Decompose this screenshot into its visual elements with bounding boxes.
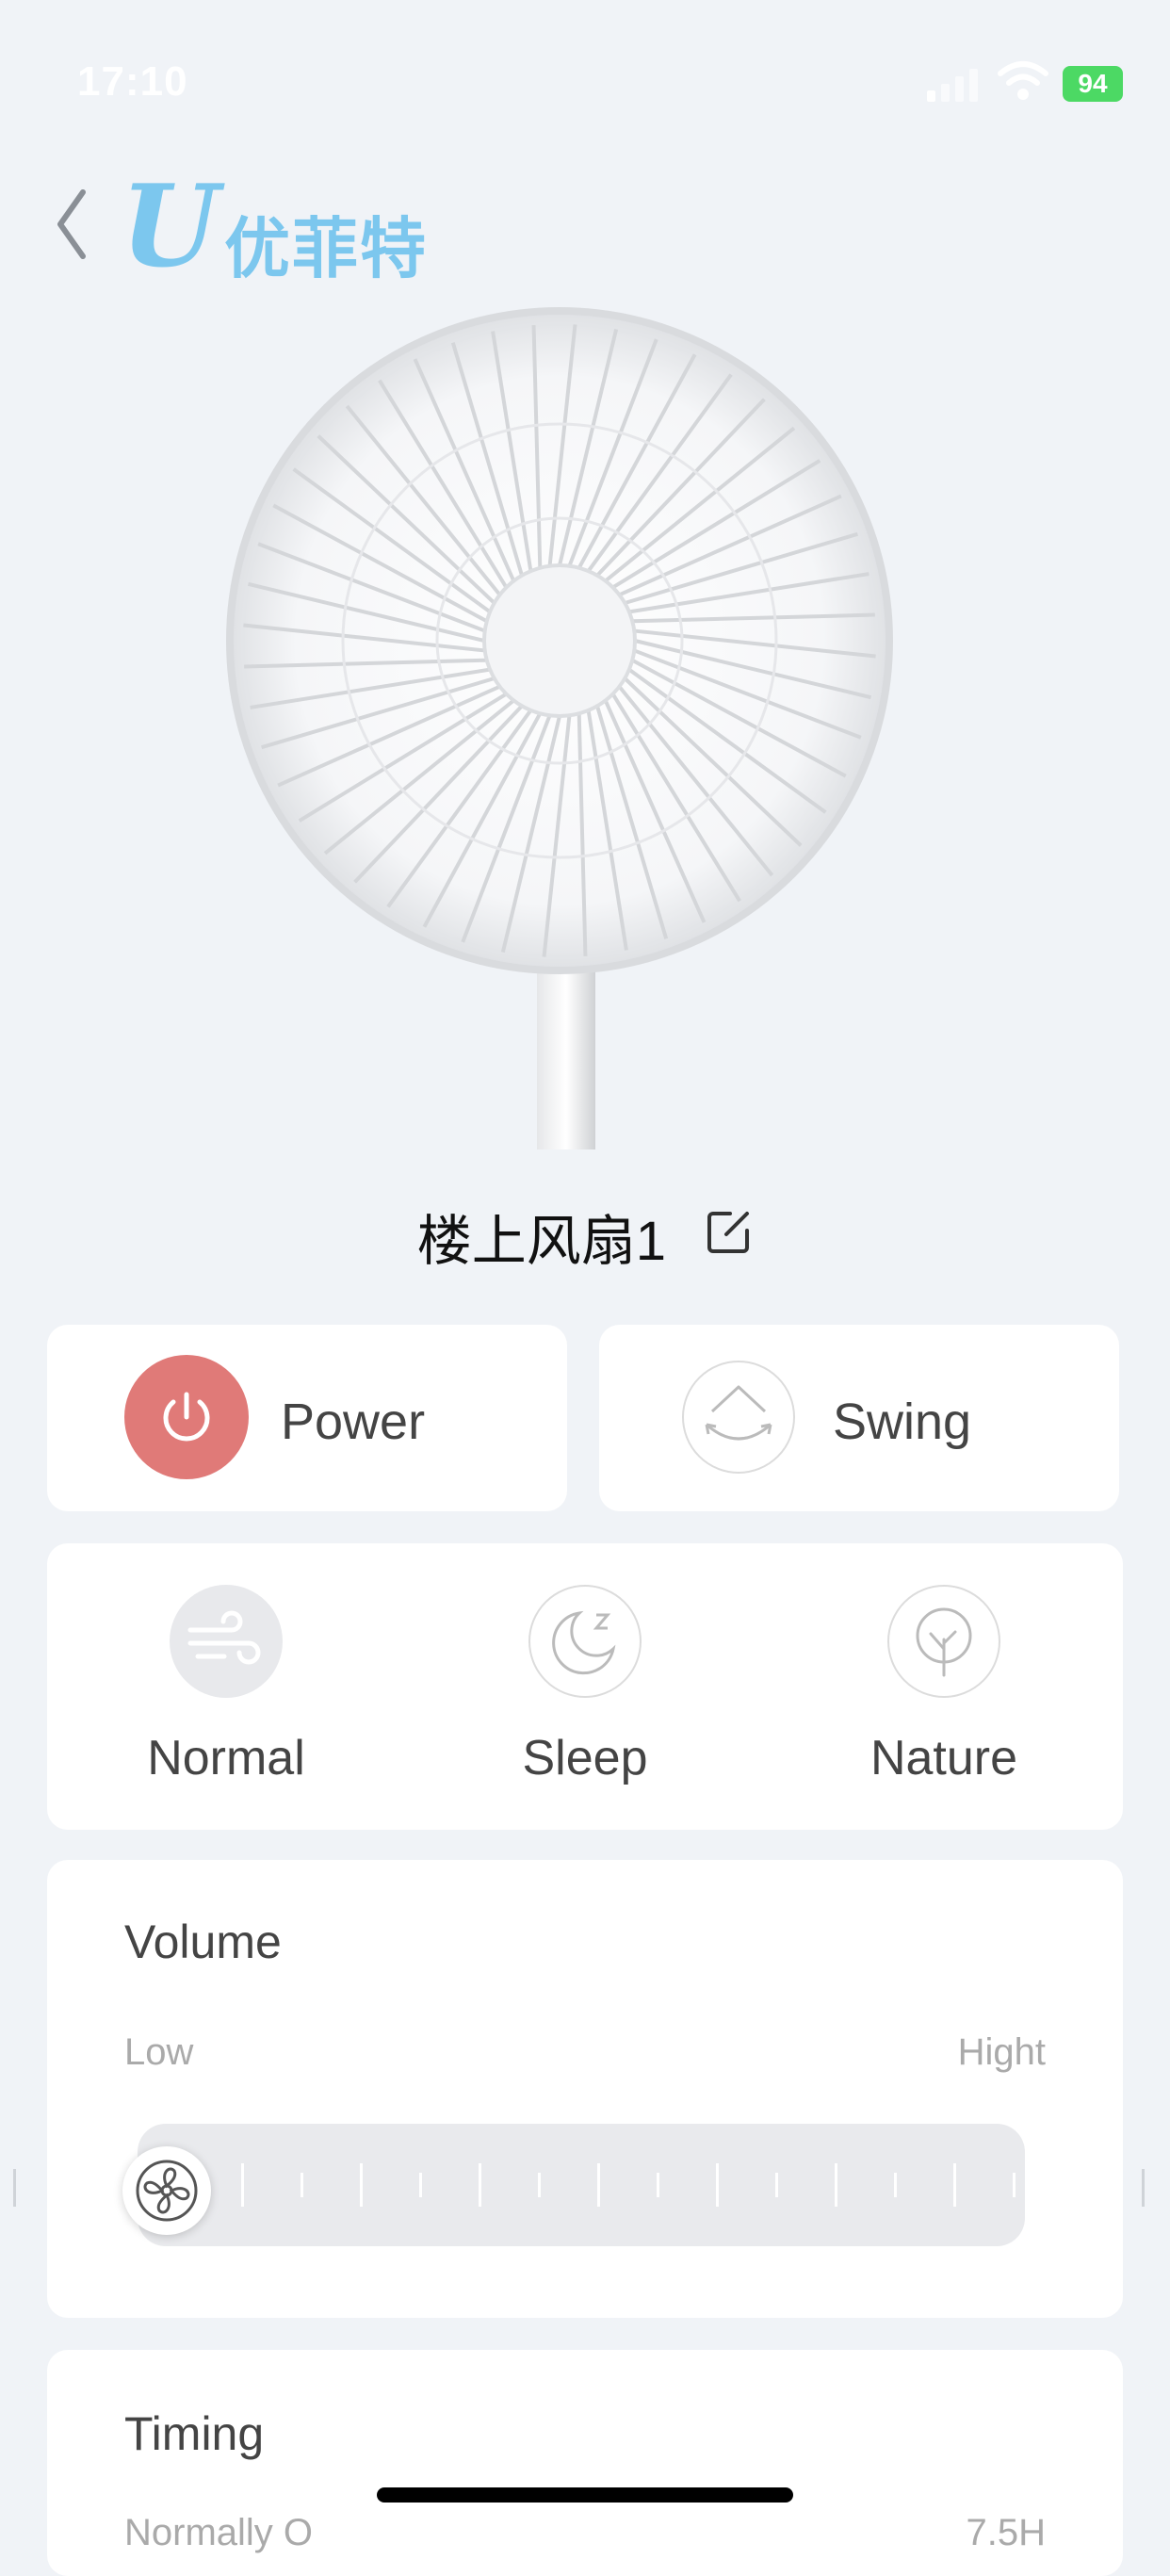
slider-tick	[241, 2163, 244, 2207]
swing-icon	[705, 1385, 772, 1441]
mode-nature[interactable]: Nature	[765, 1543, 1123, 1830]
mode-nature-label: Nature	[869, 1731, 1018, 1785]
scroll-edge-marker	[1142, 2169, 1145, 2207]
status-time: 17:10	[77, 58, 188, 105]
power-toggle[interactable]	[124, 1355, 249, 1479]
mode-sleep-label: Sleep	[522, 1731, 648, 1785]
slider-tick	[360, 2163, 363, 2207]
moon-icon	[528, 1585, 642, 1698]
power-icon	[163, 1392, 210, 1442]
swing-toggle[interactable]	[682, 1361, 795, 1474]
slider-tick	[716, 2163, 719, 2207]
slider-tick	[538, 2173, 541, 2197]
volume-high-label: Hight	[957, 2031, 1046, 2073]
volume-slider-track[interactable]	[138, 2124, 1025, 2246]
wind-icon	[170, 1585, 283, 1698]
mode-sleep[interactable]: Sleep	[406, 1543, 764, 1830]
timing-title: Timing	[124, 2407, 265, 2460]
volume-title: Volume	[124, 1916, 282, 1968]
slider-tick	[597, 2163, 600, 2207]
back-chevron-icon[interactable]	[53, 185, 90, 269]
device-name-row: 楼上风扇1	[0, 1197, 1170, 1276]
power-button[interactable]: Power	[47, 1325, 567, 1511]
slider-tick	[775, 2173, 778, 2197]
slider-tick	[953, 2163, 956, 2207]
slider-tick	[657, 2173, 659, 2197]
battery-indicator: 94	[1063, 66, 1123, 102]
logo-letter: U	[121, 160, 219, 293]
timing-value: 7.5H	[966, 2512, 1047, 2553]
fan-illustration	[226, 302, 904, 1154]
edit-icon[interactable]	[706, 1205, 753, 1268]
fan-blade-icon	[136, 2160, 198, 2222]
swing-button[interactable]: Swing	[599, 1325, 1119, 1511]
mode-normal-label: Normal	[147, 1731, 305, 1785]
home-indicator[interactable]	[377, 2487, 793, 2503]
device-name: 楼上风扇1	[416, 1211, 667, 1272]
slider-tick	[1013, 2173, 1016, 2197]
power-label: Power	[281, 1394, 426, 1450]
logo-text: 优菲特	[224, 212, 428, 285]
mode-selector: Normal Sleep Nature	[47, 1543, 1123, 1830]
scroll-edge-marker	[13, 2169, 16, 2207]
mode-normal[interactable]: Normal	[47, 1543, 405, 1830]
brand-logo: U 优菲特	[121, 171, 426, 286]
swing-label: Swing	[833, 1394, 972, 1450]
cellular-signal-icon	[927, 68, 983, 106]
slider-tick	[894, 2173, 897, 2197]
wifi-icon	[997, 60, 1049, 106]
slider-tick	[835, 2163, 837, 2207]
volume-slider-handle[interactable]	[122, 2146, 211, 2235]
timing-subtitle: Normally O	[124, 2512, 314, 2553]
timing-card[interactable]: Timing Normally O 7.5H	[47, 2350, 1123, 2576]
volume-card: Volume Low Hight	[47, 1860, 1123, 2318]
leaf-icon	[887, 1585, 1000, 1698]
slider-tick	[479, 2163, 481, 2207]
slider-tick	[301, 2173, 303, 2197]
volume-low-label: Low	[124, 2031, 194, 2073]
slider-tick	[419, 2173, 422, 2197]
